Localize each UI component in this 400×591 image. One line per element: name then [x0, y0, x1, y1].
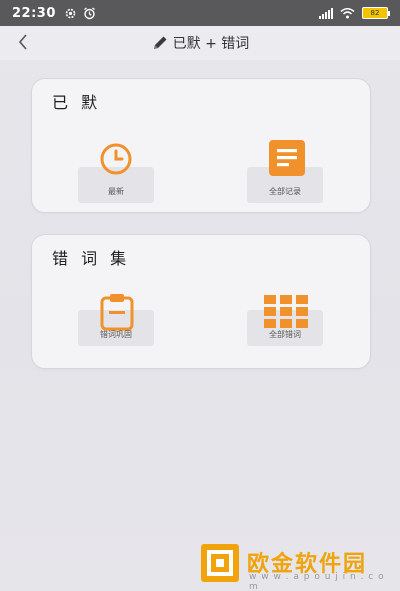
signal-icon	[319, 7, 333, 19]
grid-icon	[264, 295, 308, 328]
chevron-left-icon	[18, 34, 27, 50]
clipboard-icon	[100, 294, 134, 331]
nav-bar: 已默 + 错词	[0, 26, 400, 60]
tile-label: 全部错词	[269, 330, 301, 339]
card-wrong-words: 错 词 集 错词巩固 全部错词	[31, 234, 371, 369]
document-icon	[269, 140, 305, 176]
tile-label: 全部记录	[269, 187, 301, 196]
clock-icon	[100, 143, 132, 175]
alarm-icon	[84, 6, 95, 19]
pencil-icon	[153, 36, 167, 49]
watermark: 欧金软件园 w w w . a p o u j i n . c o m	[201, 544, 396, 591]
card-title: 错 词 集	[52, 249, 131, 268]
gear-icon	[65, 8, 76, 18]
card-title: 已 默	[52, 93, 102, 112]
back-button[interactable]	[12, 30, 34, 54]
tile-label: 最新	[108, 187, 124, 196]
battery-icon: 82	[362, 7, 390, 19]
page-title: 已默 + 错词	[172, 36, 250, 52]
watermark-logo	[201, 544, 239, 582]
watermark-url: w w w . a p o u j i n . c o m	[249, 572, 385, 591]
page-title-wrap: 已默 + 错词	[151, 33, 250, 53]
status-time: 22:30	[12, 5, 56, 21]
wifi-icon	[340, 8, 355, 19]
status-bar: 22:30 82	[0, 0, 400, 26]
card-dictated: 已 默 最新 全部记录	[31, 78, 371, 213]
